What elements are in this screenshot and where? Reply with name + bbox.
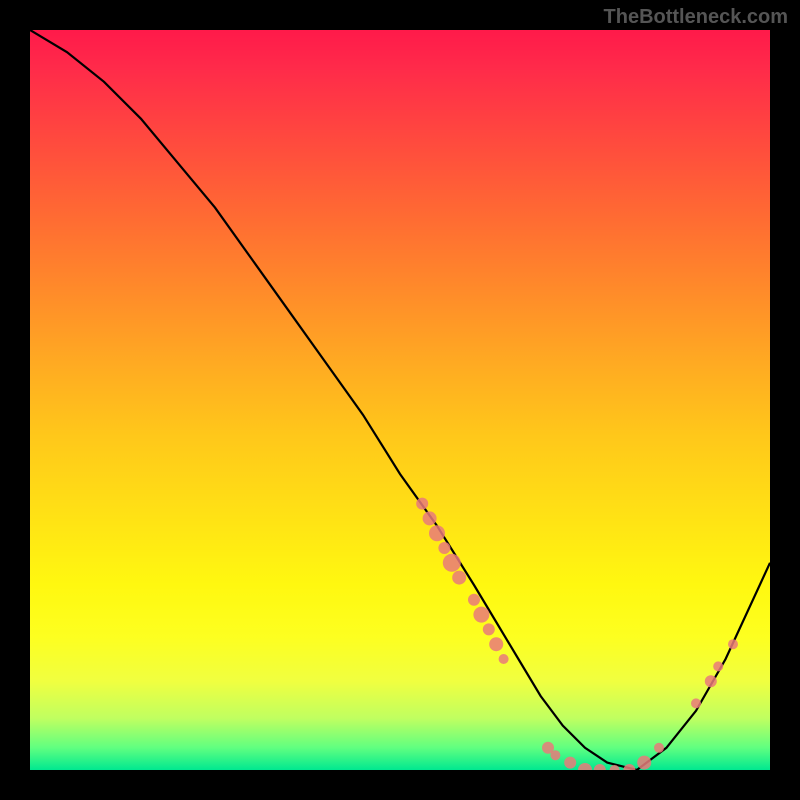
scatter-points <box>416 498 738 770</box>
data-point <box>489 637 503 651</box>
data-point <box>578 763 592 770</box>
data-point <box>499 654 509 664</box>
data-point <box>423 511 437 525</box>
data-point <box>623 764 635 770</box>
bottleneck-curve <box>30 30 770 770</box>
data-point <box>483 623 495 635</box>
data-point <box>429 525 445 541</box>
data-point <box>443 554 461 572</box>
chart-svg <box>30 30 770 770</box>
data-point <box>637 756 651 770</box>
data-point <box>473 607 489 623</box>
data-point <box>728 639 738 649</box>
data-point <box>550 750 560 760</box>
data-point <box>416 498 428 510</box>
data-point <box>713 661 723 671</box>
watermark-text: TheBottleneck.com <box>604 6 788 29</box>
plot-area <box>30 30 770 770</box>
data-point <box>654 743 664 753</box>
data-point <box>705 675 717 687</box>
data-point <box>564 757 576 769</box>
data-point <box>594 764 606 770</box>
data-point <box>438 542 450 554</box>
data-point <box>691 698 701 708</box>
data-point <box>468 594 480 606</box>
data-point <box>452 571 466 585</box>
